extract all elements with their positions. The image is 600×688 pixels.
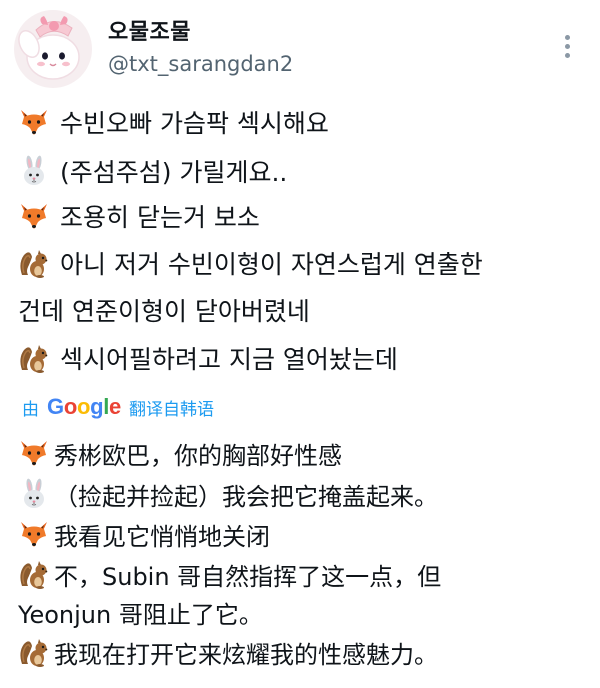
fox-emoji-icon [18,200,50,232]
rabbit-emoji-icon [18,478,50,510]
tweet-line: 아니 저거 수빈이형이 자연스럽게 연출한 [18,243,483,283]
tweet-line: 섹시어필하려고 지금 열어놨는데 [18,338,398,378]
user-handle[interactable]: @txt_sarangdan2 [108,52,293,76]
translated-line-text: 不，Subin 哥自然指挥了这一点，但 [54,562,442,591]
translated-line-text: 我看见它悄悄地关闭 [54,522,270,551]
fox-emoji-icon [18,518,50,550]
tweet-line-text: 건데 연준이형이 닫아버렸네 [18,297,310,326]
tweet-line: (주섬주섬) 가릴게요.. [18,151,287,191]
tweet-line: 건데 연준이형이 닫아버렸네 [18,290,310,330]
chipmunk-emoji-icon [18,247,50,279]
translated-line: 我现在打开它来炫耀我的性感魅力。 [18,632,438,672]
chipmunk-emoji-icon [18,342,50,374]
translated-line: （捡起并捡起）我会把它掩盖起来。 [18,474,438,514]
display-name[interactable]: 오물조물 [108,14,191,46]
fox-emoji-icon [18,106,50,138]
tweet-line: 조용히 닫는거 보소 [18,196,260,236]
rabbit-emoji-icon [18,155,50,187]
translated-line: 不，Subin 哥自然指挥了这一点，但 [18,554,441,594]
tweet-header: 오물조물 @txt_sarangdan2 [0,0,600,92]
chipmunk-emoji-icon [18,558,50,590]
tweet-line-text: (주섬주섬) 가릴게요.. [60,158,288,187]
tweet-line: 수빈오빠 가슴팍 섹시해요 [18,102,329,142]
tweet-line-text: 섹시어필하려고 지금 열어놨는데 [60,345,398,374]
tweet-line-text: 수빈오빠 가슴팍 섹시해요 [60,109,329,138]
tweet-line-text: 아니 저거 수빈이형이 자연스럽게 연출한 [60,250,483,279]
translated-line-text: Yeonjun 哥阻止了它。 [18,600,263,629]
fox-emoji-icon [18,437,50,469]
google-logo: Google [47,394,121,419]
chipmunk-emoji-icon [18,636,50,668]
more-vertical-icon[interactable] [556,30,580,64]
translated-from-label: 翻译自韩语 [128,399,214,420]
translated-line-text: 我现在打开它来炫耀我的性感魅力。 [54,640,438,669]
avatar[interactable] [14,10,92,88]
translated-by-label: 由 [22,399,39,420]
translated-line-text: （捡起并捡起）我会把它掩盖起来。 [54,482,438,511]
translated-line: 秀彬欧巴，你的胸部好性感 [18,433,342,473]
translated-line: Yeonjun 哥阻止了它。 [18,592,263,632]
translated-line-text: 秀彬欧巴，你的胸部好性感 [54,441,342,470]
translation-attribution[interactable]: 由 Google 翻译自韩语 [22,394,214,420]
tweet-line-text: 조용히 닫는거 보소 [60,203,260,232]
translated-line: 我看见它悄悄地关闭 [18,514,270,554]
